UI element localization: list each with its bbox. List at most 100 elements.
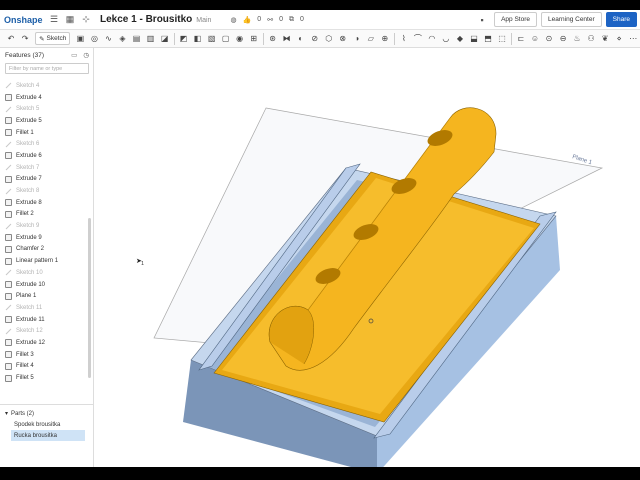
named-views-icon[interactable]: ⚇ xyxy=(586,33,596,44)
linear-pattern-icon[interactable]: ⊞ xyxy=(249,33,259,44)
surface-icon[interactable]: ◠ xyxy=(427,33,437,44)
feature-item[interactable]: Sketch 9 xyxy=(0,220,88,232)
shell-icon[interactable]: ▢ xyxy=(221,33,231,44)
fill-icon[interactable]: ◆ xyxy=(455,33,465,44)
onshape-logo[interactable]: Onshape xyxy=(4,15,46,25)
feature-item[interactable]: Extrude 7 xyxy=(0,174,88,186)
feature-item[interactable]: Extrude 12 xyxy=(0,337,88,349)
thicken-icon[interactable]: ▤ xyxy=(132,33,142,44)
feature-item[interactable]: Extrude 5 xyxy=(0,115,88,127)
folder-icon[interactable]: ▭ xyxy=(71,51,77,59)
more-tools-icon[interactable]: ⋯ xyxy=(628,33,638,44)
model-render[interactable]: Plane 1 xyxy=(94,48,640,467)
feature-item[interactable]: Sketch 12 xyxy=(0,325,88,337)
feature-item[interactable]: Linear pattern 1 xyxy=(0,255,88,267)
like-icon[interactable]: 👍 xyxy=(243,16,252,24)
enclose-icon[interactable]: ▥ xyxy=(146,33,156,44)
custom-feature-icon[interactable]: ⋄ xyxy=(614,33,624,44)
document-title[interactable]: Lekce 1 - Brousitko xyxy=(100,14,192,25)
feature-item[interactable]: Sketch 7 xyxy=(0,162,88,174)
part-item[interactable]: Rucka brousitka xyxy=(11,430,85,441)
feature-icon xyxy=(5,117,12,125)
feature-item[interactable]: Sketch 10 xyxy=(0,267,88,279)
feature-item[interactable]: Fillet 2 xyxy=(0,209,88,221)
measure-icon[interactable]: ☺ xyxy=(530,33,540,44)
feature-item[interactable]: Plane 1 xyxy=(0,290,88,302)
offset-surface-icon[interactable]: ◡ xyxy=(441,33,451,44)
feature-item[interactable]: Extrude 4 xyxy=(0,92,88,104)
feature-item[interactable]: Extrude 11 xyxy=(0,314,88,326)
feature-item[interactable]: Extrude 8 xyxy=(0,197,88,209)
feature-item[interactable]: Sketch 5 xyxy=(0,103,88,115)
feature-list-panel: Features (37) ▭ ◷ Filter by name or type… xyxy=(0,48,94,467)
branch-label[interactable]: Main xyxy=(196,17,211,24)
feature-item[interactable]: Fillet 1 xyxy=(0,127,88,139)
menu-icon[interactable]: ☰ xyxy=(48,14,60,26)
modify-fillet-icon[interactable]: ◑ xyxy=(352,33,362,44)
history-icon[interactable]: ◷ xyxy=(83,51,89,59)
copy-icon[interactable]: ⧉ xyxy=(289,16,294,24)
render-mode-icon[interactable]: ♨ xyxy=(572,33,582,44)
mirror-icon[interactable]: ⧓ xyxy=(282,33,292,44)
sketch-button[interactable]: ✎ Sketch xyxy=(35,32,71,45)
frame-icon[interactable]: ⊏ xyxy=(516,33,526,44)
extrude-icon[interactable]: ▣ xyxy=(75,33,85,44)
feature-label: Chamfer 2 xyxy=(16,246,45,253)
variable-icon[interactable]: ⊙ xyxy=(544,33,554,44)
feature-item[interactable]: Extrude 9 xyxy=(0,232,88,244)
document-list-icon[interactable]: ▦ xyxy=(64,14,76,26)
chat-icon[interactable]: ▪ xyxy=(476,14,488,26)
draft-icon[interactable]: ◧ xyxy=(193,33,203,44)
redo-icon[interactable]: ↷ xyxy=(20,33,30,44)
delete-part-icon[interactable]: ⊗ xyxy=(338,33,348,44)
parts-header[interactable]: ▾ Parts (2) xyxy=(0,408,93,419)
helix-icon[interactable]: ⌇ xyxy=(399,33,409,44)
workspace-icon[interactable]: ⊹ xyxy=(80,14,92,26)
graphics-viewport[interactable]: Plane 1 ➤ 1 xyxy=(94,48,640,467)
undo-icon[interactable]: ↶ xyxy=(6,33,16,44)
sheet-metal-icon[interactable]: ⬚ xyxy=(497,33,507,44)
part-item[interactable]: Spodek brousitka xyxy=(0,419,93,430)
globe-icon[interactable]: ◍ xyxy=(230,16,236,24)
feature-item[interactable]: Extrude 10 xyxy=(0,279,88,291)
transform-icon[interactable]: ⬡ xyxy=(324,33,334,44)
split-icon[interactable]: ⊘ xyxy=(310,33,320,44)
feature-item[interactable]: Sketch 4 xyxy=(0,80,88,92)
sweep-icon[interactable]: ∿ xyxy=(103,33,113,44)
boolean-icon[interactable]: ◐ xyxy=(296,33,306,44)
chamfer-icon[interactable]: ◩ xyxy=(179,33,189,44)
feature-item[interactable]: Fillet 5 xyxy=(0,372,88,384)
feature-item[interactable]: Extrude 6 xyxy=(0,150,88,162)
revolve-icon[interactable]: ◎ xyxy=(89,33,99,44)
plane-icon[interactable]: ▱ xyxy=(366,33,376,44)
feature-item[interactable]: Chamfer 2 xyxy=(0,244,88,256)
feature-item[interactable]: Sketch 8 xyxy=(0,185,88,197)
parts-list: ▾ Parts (2) Spodek brousitka Rucka brousi… xyxy=(0,404,93,441)
rib-icon[interactable]: ▧ xyxy=(207,33,217,44)
circular-pattern-icon[interactable]: ⊛ xyxy=(268,33,278,44)
learning-center-button[interactable]: Learning Center xyxy=(541,12,602,27)
feature-filter-input[interactable]: Filter by name or type xyxy=(5,63,89,74)
feature-label: Fillet 1 xyxy=(16,129,34,136)
feature-icon xyxy=(5,351,12,359)
mate-connector-icon[interactable]: ⊕ xyxy=(380,33,390,44)
hole-icon[interactable]: ◉ xyxy=(235,33,245,44)
feature-item[interactable]: Fillet 4 xyxy=(0,361,88,373)
section-view-icon[interactable]: ⊖ xyxy=(558,33,568,44)
move-face-icon[interactable]: ⬓ xyxy=(469,33,479,44)
sketch-icon xyxy=(5,304,12,311)
feature-icon xyxy=(5,245,12,253)
feature-list-scrollbar[interactable] xyxy=(88,218,91,378)
fillet-icon[interactable]: ◪ xyxy=(160,33,170,44)
replace-face-icon[interactable]: ⬒ xyxy=(483,33,493,44)
app-store-button[interactable]: App Store xyxy=(494,12,538,27)
feature-item[interactable]: Sketch 6 xyxy=(0,138,88,150)
loft-icon[interactable]: ◈ xyxy=(117,33,127,44)
curve-icon[interactable]: ⌒ xyxy=(413,33,423,44)
feature-item[interactable]: Fillet 3 xyxy=(0,349,88,361)
share-button[interactable]: Share xyxy=(605,12,637,27)
feature-item[interactable]: Sketch 11 xyxy=(0,302,88,314)
appearance-icon[interactable]: ❦ xyxy=(600,33,610,44)
link-icon[interactable]: ⚯ xyxy=(267,16,273,24)
feature-icon xyxy=(5,152,12,160)
